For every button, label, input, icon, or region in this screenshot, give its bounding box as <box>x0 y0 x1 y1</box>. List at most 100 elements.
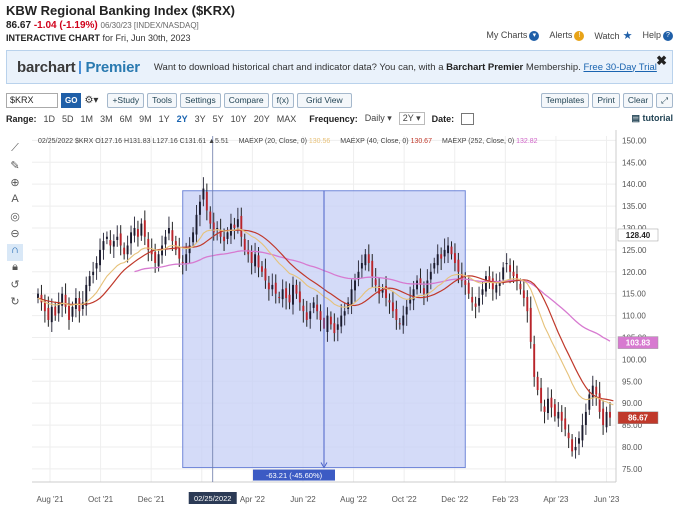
candle-body <box>598 393 601 412</box>
tutorial-link[interactable]: ▤ tutorial <box>631 113 673 124</box>
measure-label: -63.21 (-45.60%) <box>266 471 323 480</box>
candle-body <box>305 312 308 320</box>
price-change: -1.04 (-1.19%) <box>33 20 98 31</box>
candle-body <box>574 446 577 451</box>
pencil-tool-icon[interactable]: ✎ <box>7 159 23 176</box>
candle-body <box>185 254 188 265</box>
range-max[interactable]: MAX <box>277 114 297 124</box>
shapes-tool-icon[interactable]: ◎ <box>7 210 23 227</box>
candle-body <box>116 236 119 241</box>
range-3m[interactable]: 3M <box>100 114 113 124</box>
candle-body <box>436 254 439 266</box>
candle-body <box>47 307 50 320</box>
range-10y[interactable]: 10Y <box>231 114 247 124</box>
candle-body <box>250 252 253 264</box>
candle-body <box>564 418 567 430</box>
candle-body <box>154 252 157 264</box>
candle-body <box>354 280 356 291</box>
range-5y[interactable]: 5Y <box>213 114 224 124</box>
candle-body <box>405 306 408 315</box>
premier-banner: barchart Premier Want to download histori… <box>6 50 673 84</box>
candle-body <box>467 282 470 294</box>
templates-button[interactable]: Templates <box>540 92 590 108</box>
calendar-icon[interactable] <box>461 112 475 125</box>
lock-tool-icon[interactable]: 🔒︎ <box>7 261 23 278</box>
frequency-label: Frequency: <box>309 113 358 124</box>
grid-view-button[interactable]: Grid View <box>296 92 352 108</box>
frequency-select[interactable]: Daily ▾ <box>365 113 392 124</box>
range-2y[interactable]: 2Y <box>177 114 188 124</box>
chart-date: for Fri, Jun 30th, 2023 <box>102 33 191 43</box>
line-tool-icon[interactable]: ⟋ <box>7 142 23 159</box>
help-link[interactable]: Help? <box>642 30 673 41</box>
zoom-tool-icon[interactable]: ⊖ <box>7 227 23 244</box>
candle-body <box>68 305 70 320</box>
expand-icon[interactable]: ⤢ <box>656 92 673 108</box>
add-study-button[interactable]: +Study <box>107 92 145 108</box>
close-icon[interactable]: ✖ <box>656 53 667 69</box>
print-button[interactable]: Print <box>592 92 620 108</box>
y-tick-label: 125.00 <box>622 246 647 255</box>
chart-label: INTERACTIVE CHART <box>6 33 100 43</box>
watch-link[interactable]: Watch ★ <box>594 29 632 42</box>
candle-body <box>533 344 536 377</box>
magnet-tool-icon[interactable]: ∩ <box>7 244 23 261</box>
chart-toolbar: GO ⚙▾ +Study Tools Settings Compare f(x)… <box>6 92 673 108</box>
candle-body <box>302 305 305 312</box>
range-9m[interactable]: 9M <box>139 114 152 124</box>
candle-body <box>123 247 126 255</box>
range-6m[interactable]: 6M <box>120 114 133 124</box>
candle-body <box>64 294 67 307</box>
chart-canvas[interactable]: Aug '21Oct '21Dec '21Feb '22Apr '22Jun '… <box>28 130 675 507</box>
symbol-input[interactable] <box>6 92 58 108</box>
range-3y[interactable]: 3Y <box>195 114 206 124</box>
go-button[interactable]: GO <box>61 92 82 108</box>
y-tick-label: 140.00 <box>622 180 647 189</box>
my-charts-link[interactable]: My Charts ▾ <box>486 30 540 41</box>
price-chart[interactable]: Aug '21Oct '21Dec '21Feb '22Apr '22Jun '… <box>28 130 675 507</box>
settings-button[interactable]: Settings <box>179 92 221 108</box>
tools-button[interactable]: Tools <box>147 92 177 108</box>
redo-tool-icon[interactable]: ↻ <box>7 295 23 312</box>
candle-body <box>374 279 377 285</box>
candle-body <box>505 263 508 265</box>
clear-button[interactable]: Clear <box>622 92 654 108</box>
range-20y[interactable]: 20Y <box>254 114 270 124</box>
x-tick-label: Aug '21 <box>37 495 64 504</box>
crosshair-tool-icon[interactable]: ⊕ <box>7 176 23 193</box>
candle-body <box>516 273 518 281</box>
text-tool-icon[interactable]: A <box>7 193 23 210</box>
candle-body <box>157 254 160 267</box>
alerts-link[interactable]: Alerts! <box>549 30 585 41</box>
candle-body <box>336 324 339 330</box>
range-5d[interactable]: 5D <box>62 114 74 124</box>
candle-body <box>484 276 487 292</box>
period-select[interactable]: 2Y ▾ <box>398 112 425 125</box>
undo-tool-icon[interactable]: ↺ <box>7 278 23 295</box>
y-tick-label: 115.00 <box>622 290 646 299</box>
range-1y[interactable]: 1Y <box>159 114 170 124</box>
candle-body <box>426 280 429 295</box>
candle-body <box>343 311 346 316</box>
compare-button[interactable]: Compare <box>223 92 269 108</box>
candle-body <box>326 315 329 332</box>
function-button[interactable]: f(x) <box>271 92 294 108</box>
candle-body <box>605 411 608 428</box>
candle-body <box>591 385 594 398</box>
candle-body <box>536 376 539 391</box>
banner-message: Want to download historical chart and in… <box>153 61 657 73</box>
candle-body <box>95 263 98 269</box>
settings-gear-icon[interactable]: ⚙▾ <box>84 95 98 106</box>
candle-body <box>88 276 91 287</box>
range-1m[interactable]: 1M <box>81 114 94 124</box>
last-price-badge: 86.67 <box>628 414 649 423</box>
quote-header: KBW Regional Banking Index ($KRX) 86.67 … <box>6 3 673 43</box>
candle-body <box>243 238 246 250</box>
free-trial-link[interactable]: Free 30-Day Trial <box>583 62 656 73</box>
candle-body <box>391 302 394 312</box>
y-tick-label: 75.00 <box>622 465 643 474</box>
candle-body <box>522 290 525 299</box>
range-1d[interactable]: 1D <box>44 114 56 124</box>
ma40-value: 130.67 <box>410 138 432 145</box>
candle-body <box>560 411 563 421</box>
